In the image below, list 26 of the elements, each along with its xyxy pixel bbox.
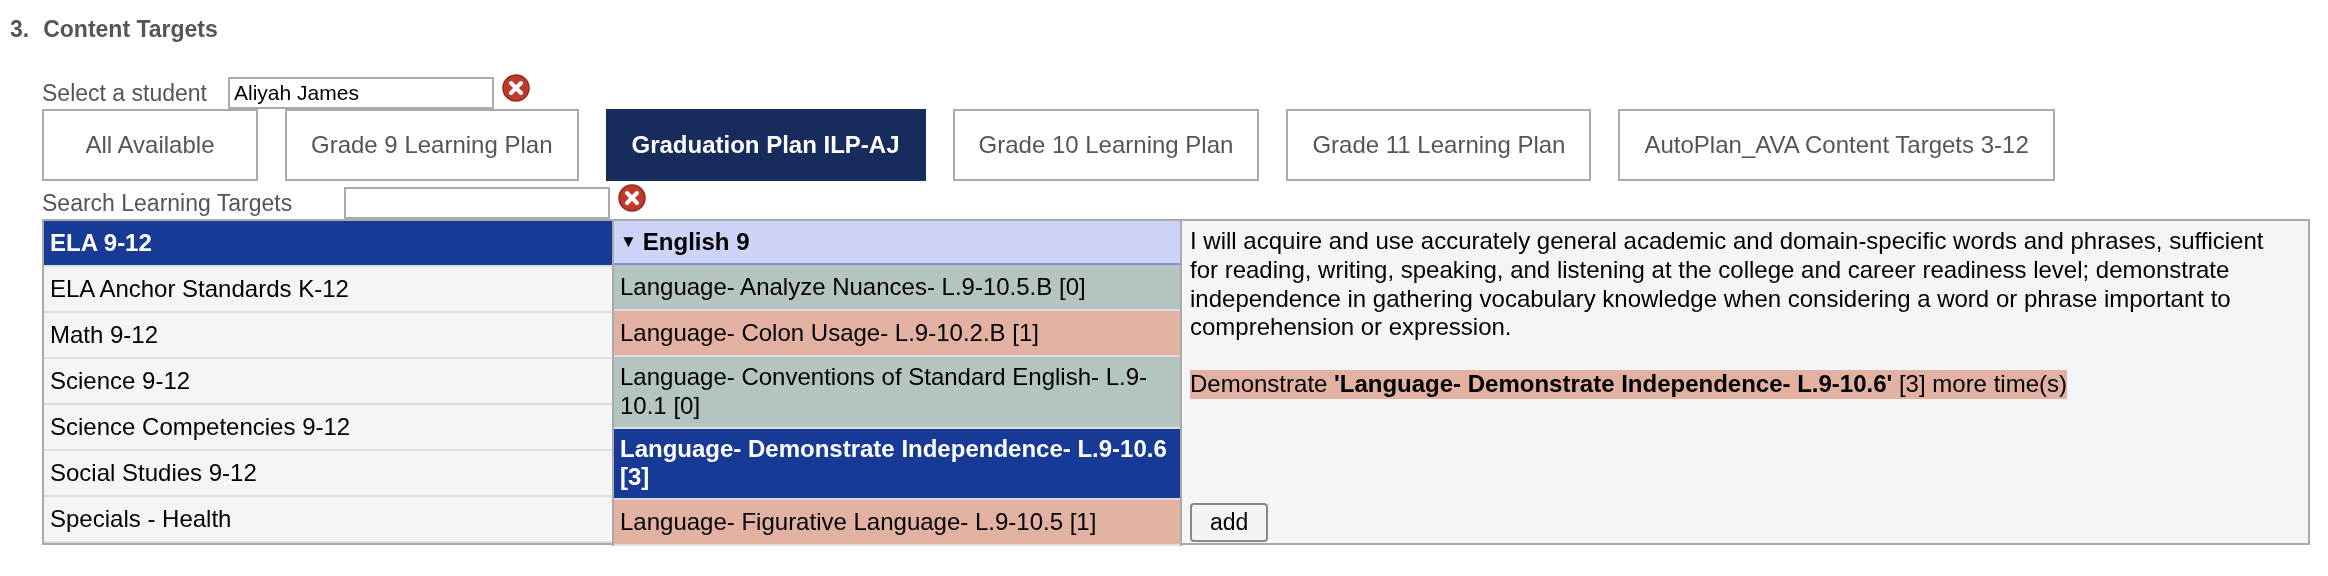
- target-item[interactable]: Language- Colon Usage- L.9-10.2.B [1]: [614, 311, 1180, 357]
- student-label: Select a student: [42, 79, 208, 107]
- clear-icon[interactable]: [502, 74, 530, 102]
- plan-tab[interactable]: Grade 11 Learning Plan: [1286, 109, 1592, 181]
- student-field[interactable]: Aliyah James: [228, 77, 494, 109]
- expand-arrow[interactable]: ▼: [620, 232, 637, 252]
- add-button[interactable]: add: [1190, 503, 1269, 543]
- group-title: English 9: [642, 228, 750, 256]
- requirement-text: Demonstrate 'Language- Demonstrate Independence- L.9-10.6' [3] more time(s): [1190, 370, 2067, 399]
- section-title: Content Targets: [43, 16, 218, 43]
- plan-tab[interactable]: Grade 9 Learning Plan: [285, 109, 579, 181]
- plan-tab[interactable]: All Available: [42, 109, 258, 181]
- plan-tab[interactable]: AutoPlan_AVA Content Targets 3-12: [1618, 109, 2055, 181]
- target-item[interactable]: Language- Analyze Nuances- L.9-10.5.B [0]: [614, 265, 1180, 311]
- plan-tab[interactable]: Graduation Plan ILP-AJ: [605, 109, 926, 181]
- target-item[interactable]: Language- Figurative Language- L.9-10.5 [1]: [614, 500, 1180, 547]
- subject-item[interactable]: ELA 9-12: [44, 221, 612, 267]
- target-item[interactable]: Language- Demonstrate Independence- L.9-10.6 [3]: [614, 428, 1180, 501]
- target-item[interactable]: Language- Conventions of Standard English- L.9-10.1 [0]: [614, 357, 1180, 429]
- group-header[interactable]: ▼ English 9: [614, 221, 1180, 265]
- search-label: Search Learning Targets: [42, 189, 294, 217]
- clear-icon[interactable]: [618, 184, 646, 212]
- section-number: 3.: [10, 16, 30, 43]
- plan-tab[interactable]: Grade 10 Learning Plan: [952, 109, 1260, 181]
- target-description: I will acquire and use accurately general academic and domain-specific words and phrases, sufficient for reading, writing, speaking, and listening at the college and career readiness level; demonstrate independence in gathering vocabulary knowledge when considering a word or phrase important to comprehension or expression.: [1190, 227, 2265, 343]
- search-field[interactable]: [344, 187, 610, 219]
